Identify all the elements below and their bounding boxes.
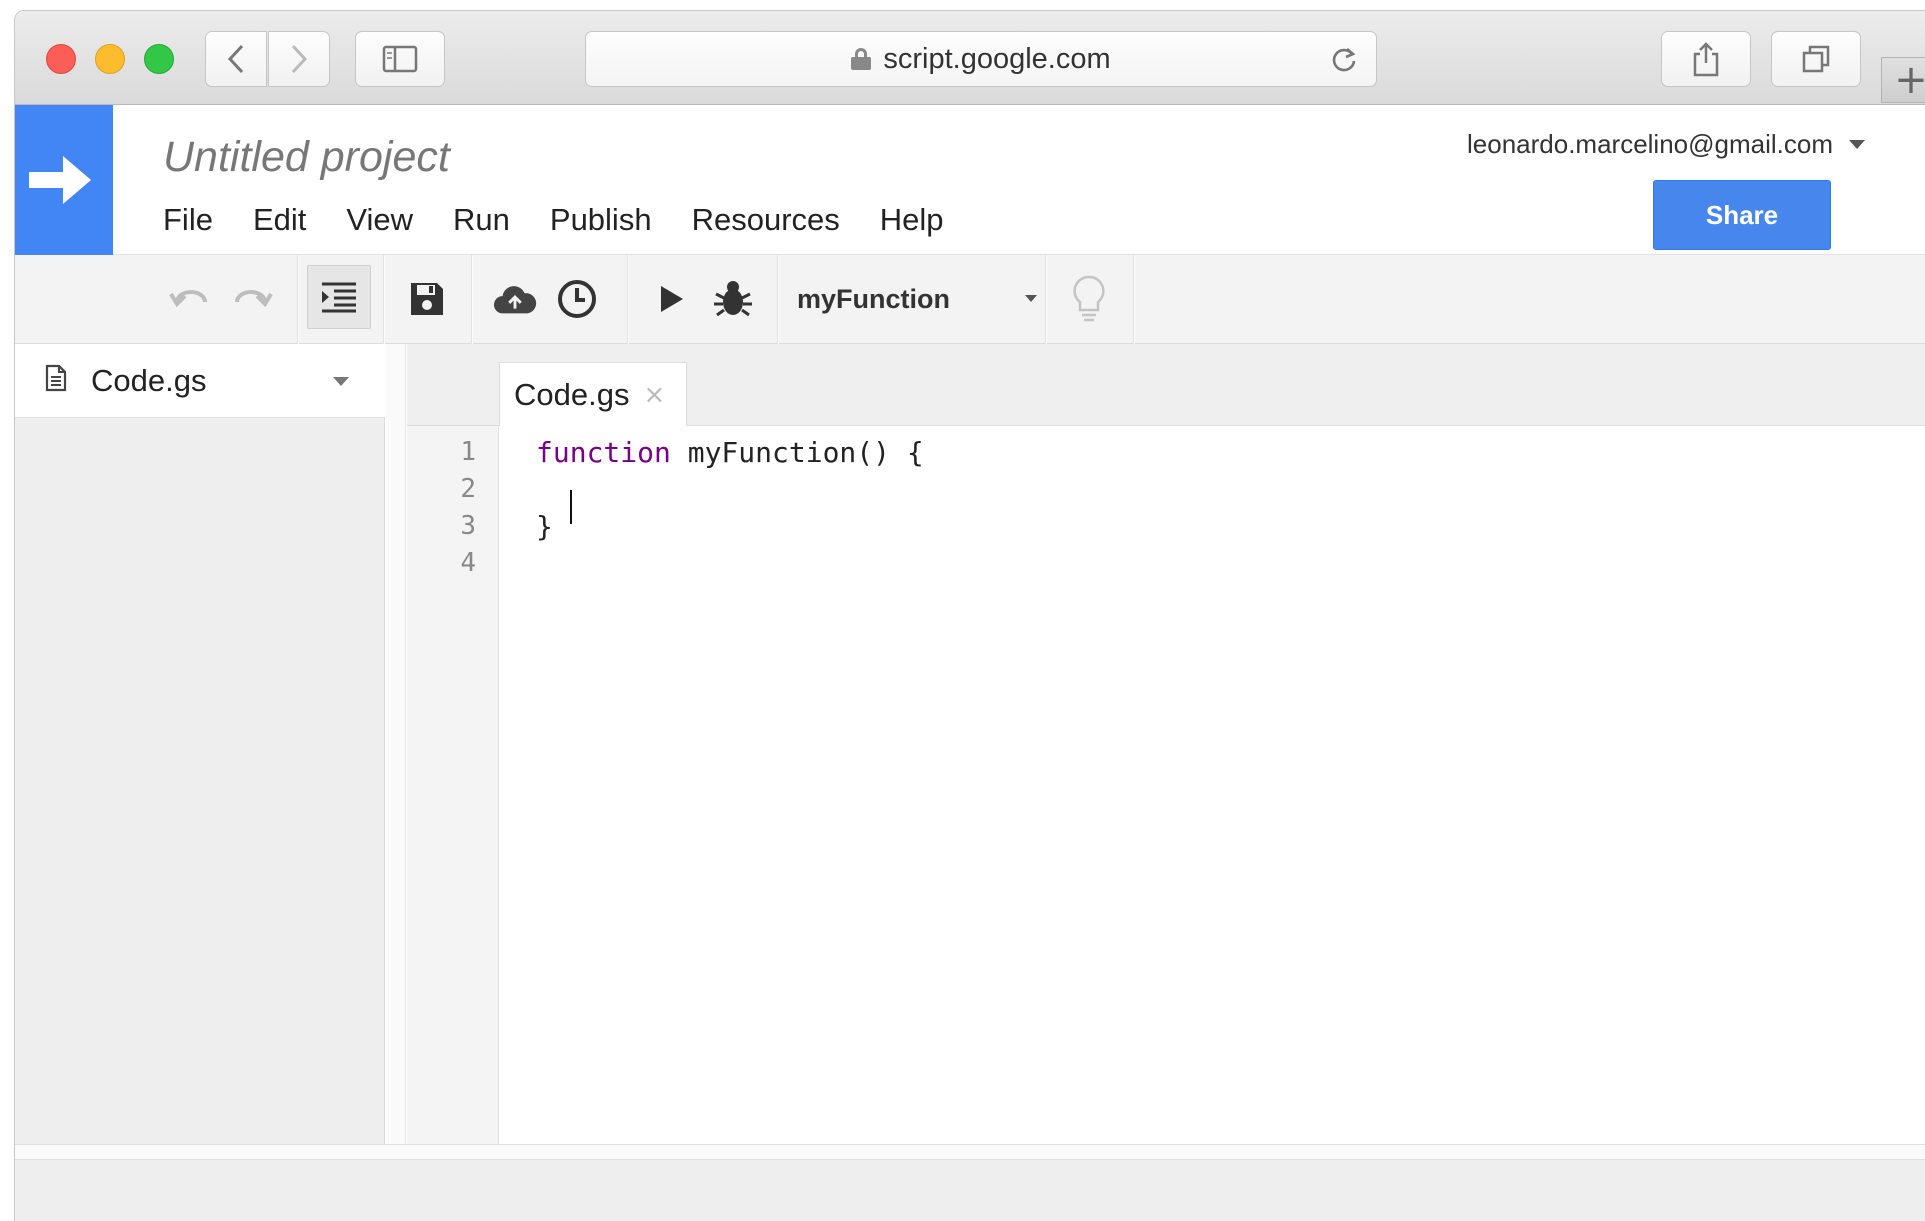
editor-toolbar: myFunction — [15, 255, 1925, 344]
editor-tab-bar: Code.gs × — [407, 344, 1925, 426]
project-title[interactable]: Untitled project — [163, 133, 450, 182]
file-list-panel: Code.gs — [15, 344, 385, 1144]
file-options-chevron-icon[interactable] — [333, 377, 349, 386]
browser-toolbar: script.google.com + — [15, 11, 1925, 105]
tab-code-gs[interactable]: Code.gs × — [499, 362, 687, 426]
lightbulb-icon[interactable] — [1067, 275, 1111, 322]
tabs-overview-icon — [1802, 45, 1830, 73]
menu-run[interactable]: Run — [453, 202, 510, 238]
close-window-button[interactable] — [46, 44, 76, 74]
code-keyword: function — [536, 436, 671, 469]
function-select-value: myFunction — [797, 283, 950, 314]
back-button[interactable] — [205, 31, 267, 87]
chevron-left-icon — [227, 44, 244, 74]
minimize-window-button[interactable] — [95, 44, 125, 74]
line-number-gutter: 1 2 3 4 — [407, 426, 499, 1144]
indent-toggle-button[interactable] — [307, 265, 371, 329]
clock-icon[interactable] — [555, 277, 599, 321]
share-icon — [1693, 42, 1719, 77]
redo-icon[interactable] — [231, 277, 275, 321]
status-bar — [15, 1160, 1925, 1221]
sidebar-toggle-button[interactable] — [355, 31, 445, 87]
apps-script-logo[interactable] — [15, 105, 113, 255]
cloud-icon[interactable] — [493, 277, 537, 321]
menu-edit[interactable]: Edit — [253, 202, 306, 238]
code-text: myFunction() { — [670, 436, 924, 469]
sidebar-icon — [382, 45, 418, 73]
text-cursor — [570, 490, 572, 524]
arrow-right-icon — [29, 156, 91, 204]
save-icon[interactable] — [405, 277, 449, 321]
close-icon[interactable]: × — [643, 380, 665, 410]
browser-window: script.google.com + Untitled project Fil… — [14, 10, 1925, 1221]
forward-button[interactable] — [268, 31, 330, 87]
menu-help[interactable]: Help — [880, 202, 944, 238]
line-number: 4 — [460, 548, 476, 578]
function-select[interactable]: myFunction — [797, 277, 1037, 321]
address-bar[interactable]: script.google.com — [585, 31, 1377, 87]
line-number: 3 — [460, 511, 476, 541]
plus-icon: + — [1894, 57, 1925, 103]
chevron-down-icon — [1849, 140, 1865, 149]
document-icon — [45, 364, 67, 397]
panel-resizer[interactable] — [386, 344, 406, 1144]
menu-file[interactable]: File — [163, 202, 213, 238]
url-text: script.google.com — [883, 42, 1111, 75]
code-line: function myFunction() { — [536, 434, 924, 471]
zoom-window-button[interactable] — [144, 44, 174, 74]
indent-icon — [322, 282, 356, 313]
code-line: } — [536, 510, 553, 543]
menu-resources[interactable]: Resources — [692, 202, 840, 238]
show-tabs-button[interactable] — [1771, 31, 1861, 87]
undo-icon[interactable] — [167, 277, 211, 321]
line-number: 2 — [460, 474, 476, 504]
lock-icon — [851, 48, 872, 70]
share-sheet-button[interactable] — [1661, 31, 1751, 87]
chevron-down-icon — [1025, 295, 1037, 302]
code-editor[interactable]: function myFunction() { } — [500, 426, 1925, 1144]
debug-icon[interactable] — [711, 277, 755, 321]
menu-publish[interactable]: Publish — [550, 202, 652, 238]
run-icon[interactable] — [649, 277, 693, 321]
share-button[interactable]: Share — [1653, 180, 1831, 250]
file-name: Code.gs — [91, 362, 207, 398]
tab-label: Code.gs — [514, 376, 630, 412]
menu-bar: File Edit View Run Publish Resources Hel… — [163, 202, 984, 238]
app-header: Untitled project File Edit View Run Publ… — [15, 105, 1925, 255]
new-tab-button[interactable]: + — [1881, 57, 1925, 103]
file-list-item[interactable]: Code.gs — [15, 344, 385, 418]
divider — [15, 1144, 1925, 1160]
chevron-right-icon — [291, 44, 308, 74]
account-email: leonardo.marcelino@gmail.com — [1467, 129, 1833, 159]
account-menu[interactable]: leonardo.marcelino@gmail.com — [1467, 129, 1865, 160]
reload-icon[interactable] — [1330, 46, 1358, 82]
menu-view[interactable]: View — [346, 202, 413, 238]
line-number: 1 — [460, 437, 476, 467]
